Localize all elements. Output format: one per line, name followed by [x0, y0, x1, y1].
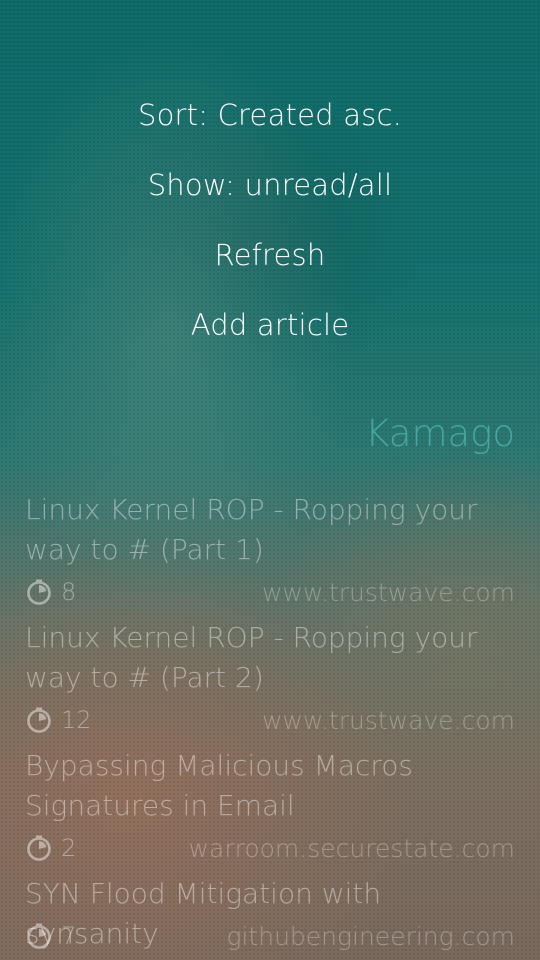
article-item[interactable]: Linux Kernel ROP - Ropping your way to #… [25, 618, 515, 746]
article-meta: 12 www.trustwave.com [25, 704, 515, 736]
menu-item-sort[interactable]: Sort: Created asc. [0, 80, 540, 150]
reading-time: 7 [61, 922, 77, 950]
article-title: Bypassing Malicious Macros Signatures in… [25, 749, 413, 822]
article-title: Linux Kernel ROP - Ropping your way to #… [25, 621, 478, 694]
menu-item-refresh[interactable]: Refresh [0, 220, 540, 290]
menu-item-show[interactable]: Show: unread/all [0, 150, 540, 220]
reading-time: 8 [61, 578, 77, 606]
article-meta: 2 warroom.securestate.com [25, 832, 515, 864]
article-title: Linux Kernel ROP - Ropping your way to #… [25, 493, 478, 566]
article-list: Linux Kernel ROP - Ropping your way to #… [25, 490, 515, 960]
pulley-menu: Sort: Created asc. Show: unread/all Refr… [0, 80, 540, 360]
article-meta: 7 githubengineering.com [25, 920, 515, 952]
article-meta: 8 www.trustwave.com [25, 576, 515, 608]
article-domain: warroom.securestate.com [188, 833, 515, 863]
article-domain: www.trustwave.com [261, 577, 515, 607]
timer-icon [27, 923, 51, 949]
article-domain: githubengineering.com [226, 921, 515, 951]
menu-item-add-article[interactable]: Add article [0, 290, 540, 360]
article-domain: www.trustwave.com [261, 705, 515, 735]
reading-time: 2 [61, 834, 77, 862]
page-title: Kamago [365, 412, 515, 455]
article-item[interactable]: Linux Kernel ROP - Ropping your way to #… [25, 490, 515, 618]
article-item[interactable]: Bypassing Malicious Macros Signatures in… [25, 746, 515, 874]
reading-time: 12 [61, 706, 92, 734]
article-item[interactable]: SYN Flood Mitigation with synsanity 7 gi… [25, 874, 515, 960]
timer-icon [27, 707, 51, 733]
timer-icon [27, 835, 51, 861]
timer-icon [27, 579, 51, 605]
